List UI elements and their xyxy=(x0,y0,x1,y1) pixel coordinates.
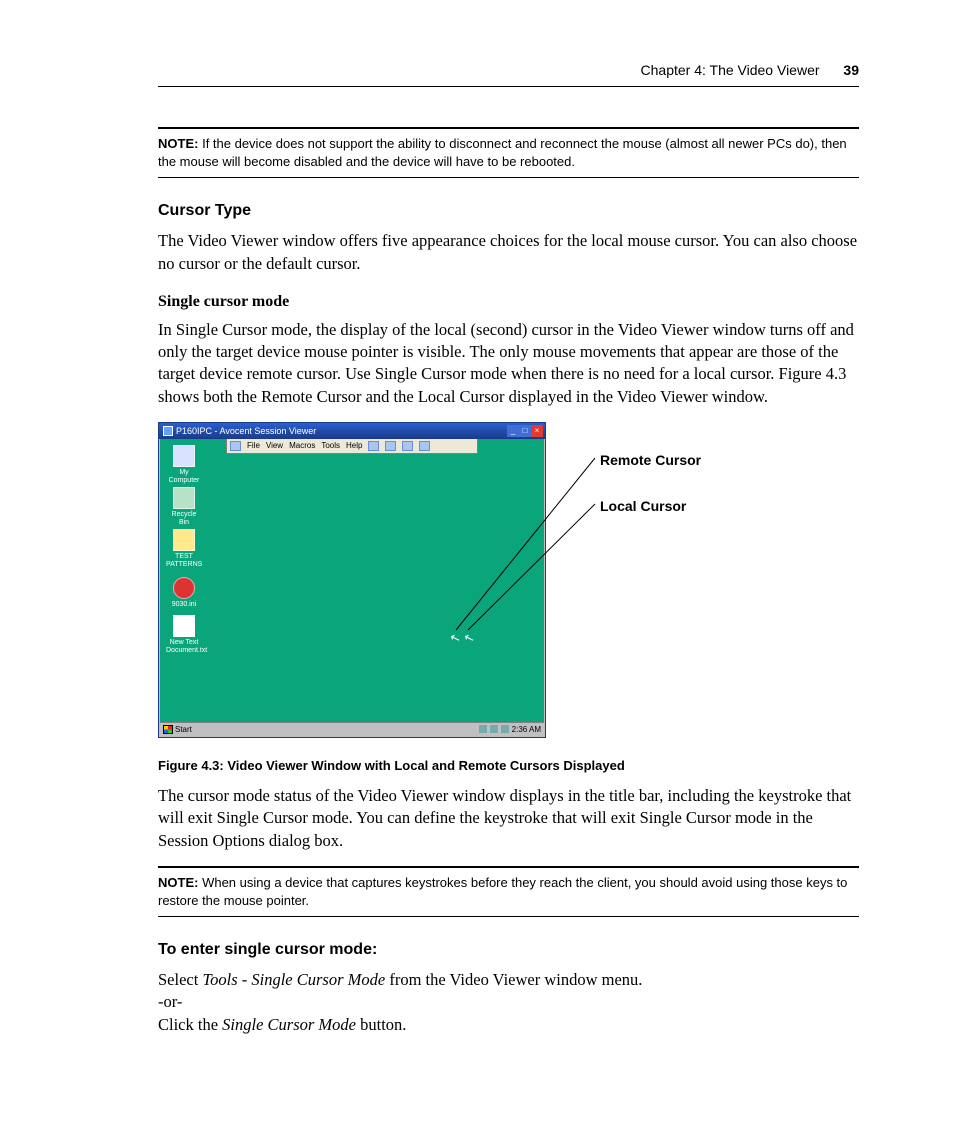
body-paragraph: The Video Viewer window offers five appe… xyxy=(158,230,859,275)
note-text: When using a device that captures keystr… xyxy=(158,875,847,908)
menu-path: Tools - Single Cursor Mode xyxy=(202,970,385,989)
figure-callouts: Remote Cursor Local Cursor xyxy=(552,422,852,738)
section-heading-enter-single-cursor: To enter single cursor mode: xyxy=(158,941,859,959)
callout-local-cursor: Local Cursor xyxy=(600,498,686,514)
figure-4-3: P160IPC - Avocent Session Viewer _ □ × F… xyxy=(158,422,859,744)
text: Select xyxy=(158,970,202,989)
body-paragraph: Select Tools - Single Cursor Mode from t… xyxy=(158,969,859,1036)
header-rule xyxy=(158,86,859,87)
callout-remote-cursor: Remote Cursor xyxy=(600,452,701,468)
text-or: -or- xyxy=(158,992,182,1011)
section-heading-cursor-type: Cursor Type xyxy=(158,202,859,220)
running-header: Chapter 4: The Video Viewer 39 xyxy=(158,62,859,78)
body-paragraph: In Single Cursor mode, the display of th… xyxy=(158,319,859,408)
text: from the Video Viewer window menu. xyxy=(385,970,642,989)
note-box-1: NOTE: If the device does not support the… xyxy=(158,127,859,178)
text: button. xyxy=(356,1015,406,1034)
page-number: 39 xyxy=(843,62,859,78)
note-label: NOTE: xyxy=(158,136,198,151)
callout-lines xyxy=(158,422,858,742)
body-paragraph: The cursor mode status of the Video View… xyxy=(158,785,859,852)
text: Click the xyxy=(158,1015,222,1034)
figure-caption: Figure 4.3: Video Viewer Window with Loc… xyxy=(158,758,859,773)
note-text: If the device does not support the abili… xyxy=(158,136,847,169)
note-label: NOTE: xyxy=(158,875,198,890)
note-box-2: NOTE: When using a device that captures … xyxy=(158,866,859,917)
button-name: Single Cursor Mode xyxy=(222,1015,356,1034)
document-page: Chapter 4: The Video Viewer 39 NOTE: If … xyxy=(0,0,954,1145)
chapter-title: Chapter 4: The Video Viewer xyxy=(641,62,820,78)
subheading-single-cursor-mode: Single cursor mode xyxy=(158,293,859,311)
